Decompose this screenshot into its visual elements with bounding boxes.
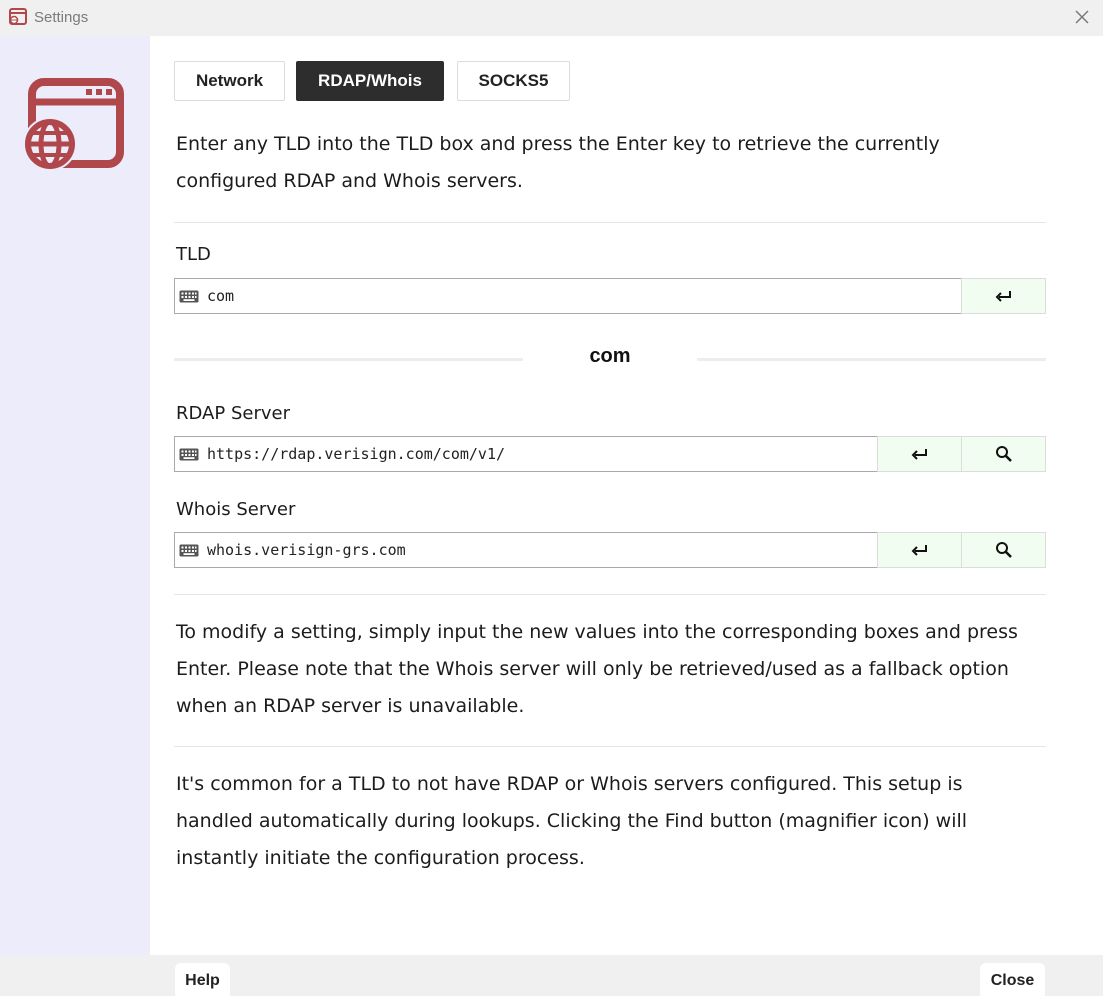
tld-label: TLD xyxy=(176,244,211,265)
whois-server-input[interactable] xyxy=(207,533,877,567)
help-button[interactable]: Help xyxy=(175,963,230,996)
rdap-server-input[interactable] xyxy=(207,437,877,471)
browser-globe-icon xyxy=(24,78,124,171)
tld-heading: com xyxy=(589,345,631,367)
separator-line-left xyxy=(174,358,523,361)
modify-note-text: To modify a setting, simply input the ne… xyxy=(176,621,1018,717)
settings-window-icon xyxy=(9,8,27,25)
separator-line-right xyxy=(697,358,1046,361)
keyboard-icon xyxy=(179,290,199,302)
rdap-server-label: RDAP Server xyxy=(176,403,290,424)
common-note-text: It's common for a TLD to not have RDAP o… xyxy=(176,773,968,869)
keyboard-icon xyxy=(179,448,199,460)
whois-enter-button[interactable] xyxy=(877,532,962,568)
intro-text: Enter any TLD into the TLD box and press… xyxy=(176,133,940,192)
rdap-server-field xyxy=(174,436,878,472)
divider xyxy=(174,594,1046,595)
footer-bar: Help Close xyxy=(0,955,1103,996)
divider xyxy=(174,746,1046,747)
tab-network[interactable]: Network xyxy=(174,61,285,101)
enter-icon xyxy=(995,291,1011,302)
sidebar xyxy=(0,36,150,955)
whois-find-button[interactable] xyxy=(961,532,1046,568)
rdap-find-button[interactable] xyxy=(961,436,1046,472)
enter-icon xyxy=(911,449,927,460)
magnifier-icon xyxy=(995,446,1012,462)
window-title: Settings xyxy=(34,9,89,26)
tab-socks5[interactable]: SOCKS5 xyxy=(457,61,570,101)
divider xyxy=(174,222,1046,223)
whois-server-field xyxy=(174,532,878,568)
close-icon[interactable] xyxy=(1073,8,1091,26)
tab-rdap-whois[interactable]: RDAP/Whois xyxy=(296,61,444,101)
tld-input[interactable] xyxy=(207,279,961,313)
close-button[interactable]: Close xyxy=(980,963,1045,996)
whois-server-label: Whois Server xyxy=(176,499,296,520)
tld-field xyxy=(174,278,962,314)
settings-content: Network RDAP/Whois SOCKS5 Enter any TLD … xyxy=(150,36,1103,955)
keyboard-icon xyxy=(179,544,199,556)
tld-enter-button[interactable] xyxy=(961,278,1046,314)
settings-window: Settings Network RDAP/Whois SOCKS5 Enter… xyxy=(0,0,1103,996)
rdap-enter-button[interactable] xyxy=(877,436,962,472)
magnifier-icon xyxy=(995,542,1012,558)
title-bar: Settings xyxy=(0,0,1103,36)
enter-icon xyxy=(911,545,927,556)
